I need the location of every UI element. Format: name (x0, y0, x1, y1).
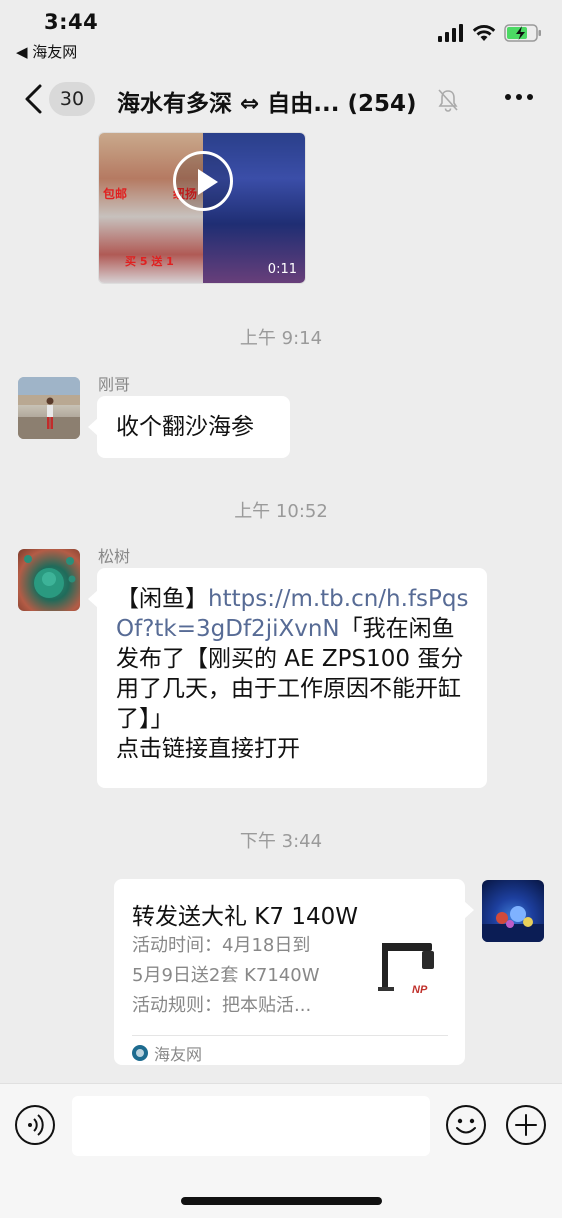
card-source-name: 海友网 (154, 1045, 203, 1064)
signal-icon (438, 24, 463, 42)
mute-bell-icon (438, 89, 458, 112)
source-logo-icon (132, 1045, 148, 1061)
video-message[interactable]: 包邮 纽扬 买 5 送 1 0:11 (98, 132, 306, 284)
xianyu-prefix: 【闲鱼】 (116, 586, 208, 612)
video-tag-left: 包邮 (103, 187, 128, 201)
chat-title[interactable]: 海水有多深 ⇔ 自由... (254) (117, 84, 435, 118)
avatar-song-shu[interactable] (18, 549, 80, 611)
card-title: 转发送大礼 K7 140W (132, 904, 358, 930)
message-bubble[interactable]: 收个翻沙海参 (88, 396, 290, 458)
card-desc-line: 活动规则：把本贴活... (132, 995, 312, 1016)
card-description: 活动时间：4月18日到 5月9日送2套 K7140W 活动规则：把本贴活... (132, 931, 354, 1021)
more-options-icon[interactable] (504, 92, 534, 102)
back-chevron-icon[interactable] (20, 82, 50, 116)
message-text: 收个翻沙海参 (116, 414, 254, 440)
message-bubble[interactable]: 【闲鱼】https://m.tb.cn/h.fsPqsOf?tk=3gDf2ji… (88, 568, 487, 788)
status-icons (438, 24, 542, 42)
card-desc-line: 5月9日送2套 K7140W (132, 965, 320, 986)
timestamp: 下午 3:44 (239, 831, 323, 852)
add-more-icon[interactable] (505, 1104, 547, 1146)
video-duration: 0:11 (267, 262, 297, 277)
sender-name: 松树 (98, 547, 131, 566)
chat-name: 海水有多深 ⇔ 自由... (117, 91, 340, 117)
wifi-icon (472, 25, 496, 41)
card-thumb-logo: NP (412, 984, 428, 996)
card-desc-line: 活动时间：4月18日到 (132, 935, 311, 956)
message-text: 【闲鱼】https://m.tb.cn/h.fsPqsOf?tk=3gDf2ji… (116, 584, 472, 764)
home-indicator[interactable] (181, 1197, 382, 1205)
back-to-app-link[interactable]: ◀ 海友网 (16, 41, 77, 62)
avatar-self[interactable] (482, 880, 544, 942)
sender-name: 刚哥 (98, 375, 131, 394)
voice-input-icon[interactable] (14, 1104, 56, 1146)
member-count: (254) (347, 91, 417, 117)
link-card[interactable]: 转发送大礼 K7 140W 活动时间：4月18日到 5月9日送2套 K7140W… (114, 879, 474, 1065)
chat-nav-bar: 30 海水有多深 ⇔ 自由... (254) (0, 66, 562, 132)
message-input[interactable] (72, 1096, 430, 1156)
battery-charging-icon (504, 24, 541, 42)
play-icon[interactable] (173, 151, 233, 211)
status-time: 3:44 (44, 10, 99, 34)
message-hint: 点击链接直接打开 (116, 736, 300, 762)
emoji-icon[interactable] (445, 1104, 487, 1146)
timestamp: 上午 9:14 (239, 328, 323, 349)
card-divider (132, 1035, 448, 1036)
card-source: 海友网 (132, 1041, 202, 1065)
avatar-gang-ge[interactable] (18, 377, 80, 439)
card-thumbnail: NP (376, 937, 448, 1009)
timestamp: 上午 10:52 (234, 501, 328, 522)
status-bar: 3:44 ◀ 海友网 (0, 0, 562, 66)
video-caption: 买 5 送 1 (125, 255, 174, 268)
unread-count-badge[interactable]: 30 (49, 82, 95, 116)
